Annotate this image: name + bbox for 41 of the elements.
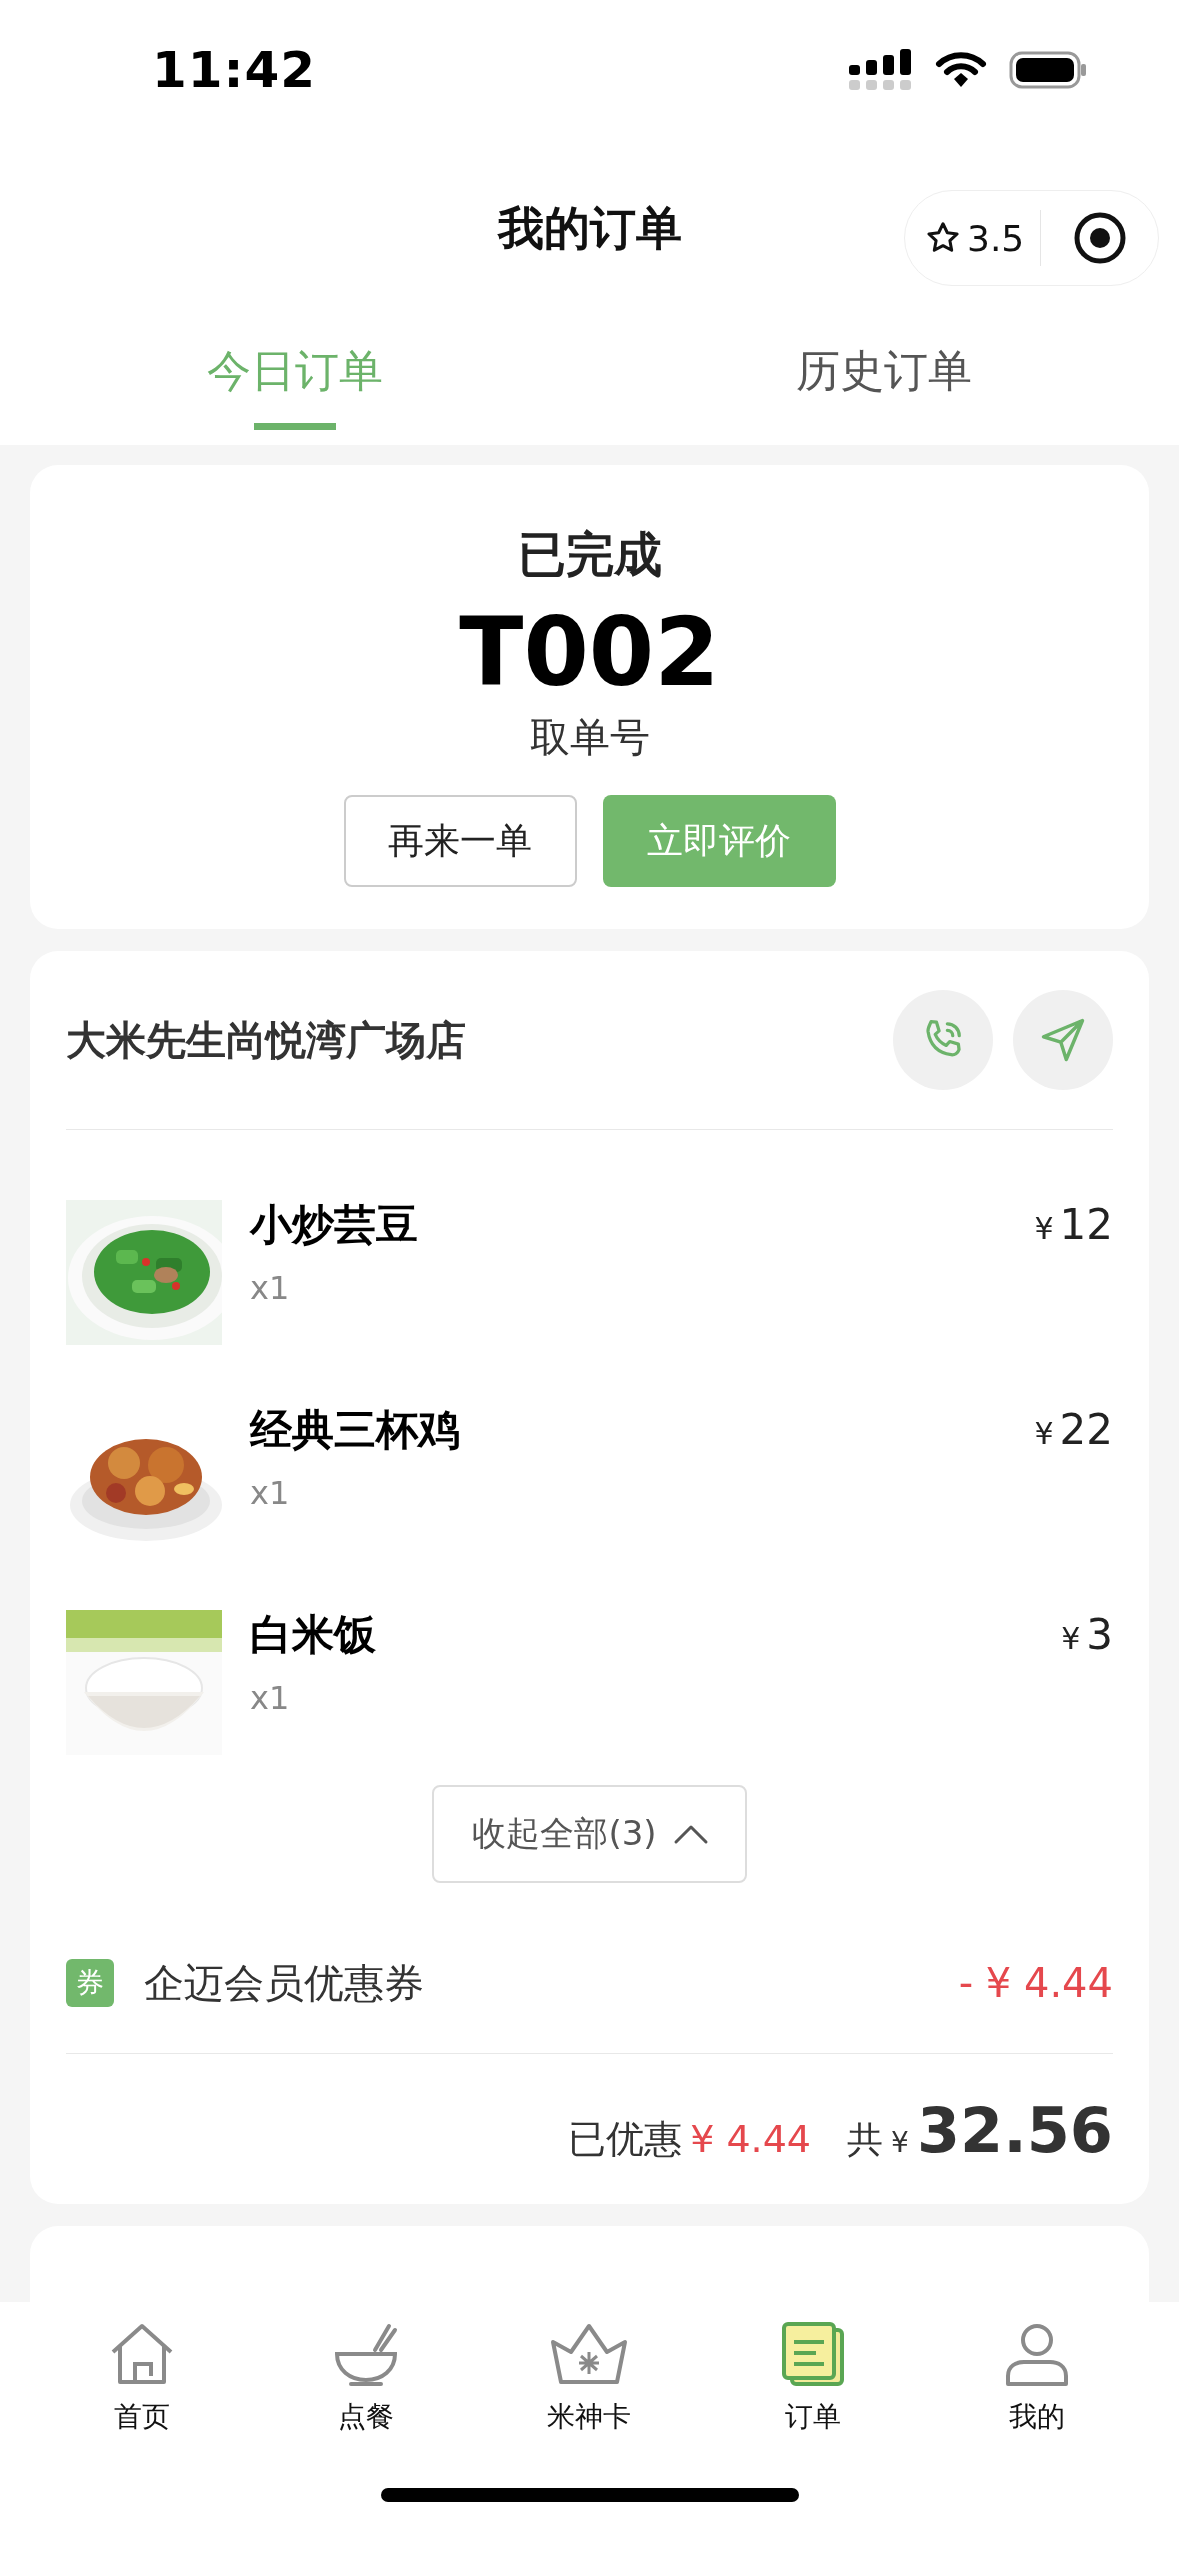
tab-bar-item[interactable]: 首页 [30, 2320, 254, 2436]
pickup-label: 取单号 [529, 713, 650, 763]
tab-bar-item[interactable]: 订单 [701, 2320, 926, 2436]
dish-quantity: x1 [250, 1268, 291, 1307]
collapse-button[interactable]: 收起全部(3) [432, 1785, 747, 1884]
dish-quantity: x1 [250, 1678, 291, 1717]
store-name: 大米先生尚悦湾广场店 [66, 1015, 467, 1065]
currency-sign: ¥ [1034, 1416, 1054, 1452]
coupon-amount: - ¥ 4.44 [958, 1960, 1113, 2007]
discount-amount: ¥ 4.44 [690, 2117, 812, 2162]
dish-name: 经典三杯鸡 [250, 1405, 461, 1456]
total-amount: 32.56 [916, 2094, 1113, 2168]
dish-quantity: x1 [250, 1473, 291, 1512]
currency-sign: ¥ [1061, 1621, 1081, 1657]
currency-sign: ¥ [891, 2126, 909, 2160]
clock-time: 11:42 [152, 41, 317, 99]
discount-label: 已优惠 [568, 2116, 683, 2164]
target-icon[interactable] [1072, 211, 1127, 265]
dish-name: 小炒芸豆 [250, 1200, 419, 1251]
wifi-icon [935, 51, 987, 89]
dish-name: 白米饭 [250, 1610, 377, 1661]
dish-price: 22 [1059, 1405, 1113, 1455]
tab[interactable]: 历史订单 [589, 300, 1179, 445]
pickup-number: T002 [459, 601, 720, 705]
rating-value: 3.5 [967, 217, 1025, 259]
tab-bar-item[interactable]: 我的 [925, 2320, 1149, 2436]
chevron-up-icon [672, 1823, 709, 1846]
battery-icon [1009, 50, 1087, 90]
total-label: 共 [847, 2118, 884, 2163]
coupon-name: 企迈会员优惠券 [144, 1958, 425, 2008]
tab-bar-item[interactable]: 点餐 [253, 2320, 478, 2436]
currency-sign: ¥ [1034, 1211, 1054, 1247]
order-status: 已完成 [517, 525, 662, 584]
signal-icon [849, 49, 913, 91]
tab-bar-item[interactable]: 米神卡 [477, 2320, 702, 2436]
dish-price: 3 [1086, 1610, 1113, 1660]
dish-price: 12 [1059, 1200, 1113, 1250]
reorder-button[interactable]: 再来一单 [343, 795, 577, 888]
rating-button[interactable]: 3.5 [905, 191, 1040, 285]
page-title: 我的订单 [497, 200, 682, 257]
coupon-badge: 券 [66, 1959, 114, 2008]
